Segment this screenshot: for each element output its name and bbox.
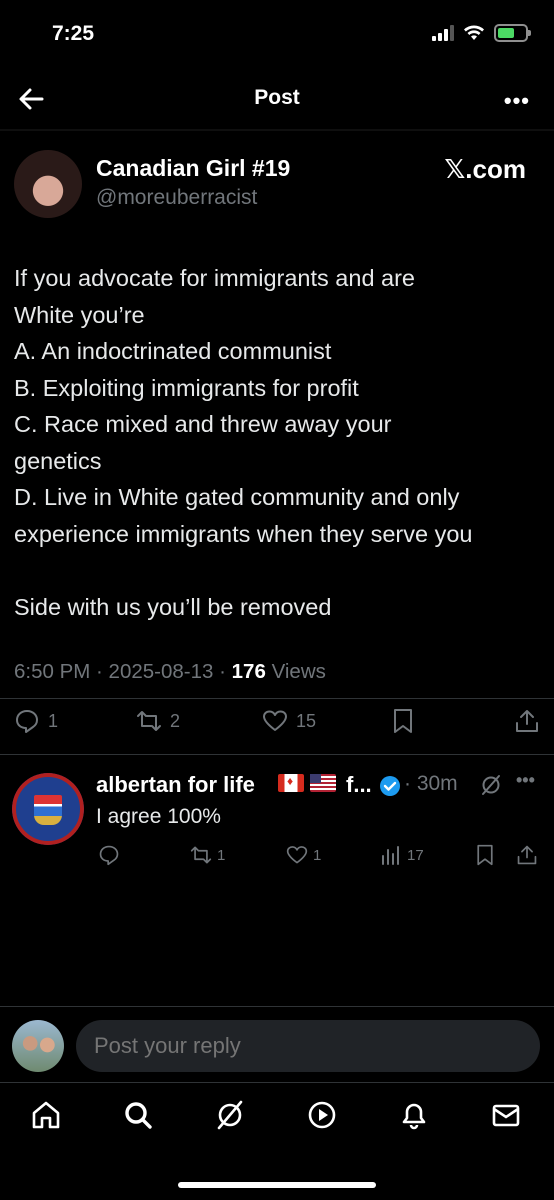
author-handle[interactable]: @moreuberracist (96, 186, 257, 210)
reply-count: 1 (48, 710, 59, 731)
reply-like-count: 1 (313, 846, 322, 864)
post-timestamp: 6:50 PM · 2025-08-13 · (14, 660, 232, 683)
like-button[interactable]: 15 (262, 708, 316, 734)
top-header: Post ••• (0, 70, 554, 130)
cellular-signal-icon (432, 25, 454, 41)
alberta-crest-icon (34, 795, 62, 825)
post-line: Side with us you’ll be removed (14, 593, 332, 620)
author-avatar[interactable] (14, 150, 82, 218)
post-actions: 1 2 15 (0, 708, 554, 744)
reply-author-name[interactable]: albertan for life (96, 772, 255, 798)
reply-repost-button[interactable]: 1 (190, 844, 225, 866)
post-meta: 6:50 PM · 2025-08-13 · 176 Views (14, 660, 326, 684)
user-avatar[interactable] (12, 1020, 64, 1072)
repost-count: 2 (170, 710, 181, 731)
bookmark-icon (394, 709, 412, 733)
repost-icon (190, 846, 212, 864)
reply-views-count: 17 (407, 846, 424, 864)
reply-reply-button[interactable] (98, 844, 125, 866)
views-label: Views (265, 660, 326, 683)
actions-divider (0, 754, 554, 755)
battery-icon (494, 24, 531, 42)
author-name[interactable]: Canadian Girl #19 (96, 155, 290, 182)
post-text: If you advocate for immigrants and are W… (14, 260, 544, 625)
reply-repost-count: 1 (217, 846, 226, 864)
post-line: genetics (14, 447, 102, 474)
reply-button[interactable]: 1 (14, 708, 58, 734)
post-line: A. An indoctrinated communist (14, 338, 332, 364)
post-line-blank (14, 552, 544, 589)
repost-button[interactable]: 2 (136, 708, 180, 734)
post-line: If you advocate for immigrants and are (14, 265, 416, 291)
reply-like-button[interactable]: 1 (286, 844, 321, 866)
home-icon[interactable] (30, 1099, 62, 1131)
share-button[interactable] (514, 708, 540, 734)
search-icon[interactable] (122, 1099, 154, 1131)
reply-actions: 1 1 17 (0, 844, 554, 870)
wifi-icon (464, 25, 484, 40)
reply-share-button[interactable] (516, 844, 538, 866)
post-line: B. Exploiting immigrants for profit (14, 374, 359, 401)
reply-icon (99, 845, 119, 866)
reply-timestamp: · 30m (404, 772, 458, 795)
grok-icon[interactable] (480, 774, 502, 796)
views-chart-icon (382, 846, 399, 865)
home-indicator (178, 1182, 376, 1188)
source-label: 𝕏.com (444, 154, 526, 184)
heart-icon (286, 846, 308, 864)
reply-bookmark-button[interactable] (474, 844, 496, 866)
post-line: White you’re (14, 301, 145, 328)
share-icon (516, 710, 538, 732)
repost-icon (137, 711, 161, 731)
reply-avatar[interactable] (12, 773, 84, 845)
reply-more-icon[interactable]: ••• (516, 770, 535, 791)
header-divider (0, 129, 554, 131)
share-icon (517, 845, 537, 865)
reply-author-name-truncated[interactable]: f... (346, 772, 372, 798)
heart-icon (263, 710, 287, 731)
reply-views-button[interactable]: 17 (380, 844, 424, 866)
canada-flag-icon (278, 774, 304, 792)
more-options-icon[interactable]: ••• (504, 88, 530, 114)
status-bar: 7:25 (0, 0, 554, 70)
like-count: 15 (296, 710, 317, 731)
status-icons (432, 24, 531, 42)
reply-icon (16, 710, 38, 733)
page-title: Post (254, 86, 300, 109)
reply-input[interactable] (76, 1020, 540, 1072)
grok-icon[interactable] (214, 1099, 246, 1131)
status-time: 7:25 (52, 22, 95, 45)
bookmark-button[interactable] (390, 708, 416, 734)
views-count: 176 (231, 660, 266, 683)
messages-mail-icon[interactable] (490, 1099, 522, 1131)
reply-flags (278, 774, 336, 792)
post-line: D. Live in White gated community and onl… (14, 484, 460, 510)
reply-text: I agree 100% (96, 805, 221, 828)
post-line: C. Race mixed and threw away your (14, 411, 392, 437)
post-line: experience immigrants when they serve yo… (14, 520, 473, 547)
composer-divider (0, 1006, 554, 1007)
us-flag-icon (310, 774, 336, 792)
notifications-bell-icon[interactable] (398, 1099, 430, 1131)
meta-divider (0, 698, 554, 699)
video-play-icon[interactable] (306, 1099, 338, 1131)
verified-badge-icon (380, 776, 400, 796)
bookmark-icon (477, 844, 493, 866)
